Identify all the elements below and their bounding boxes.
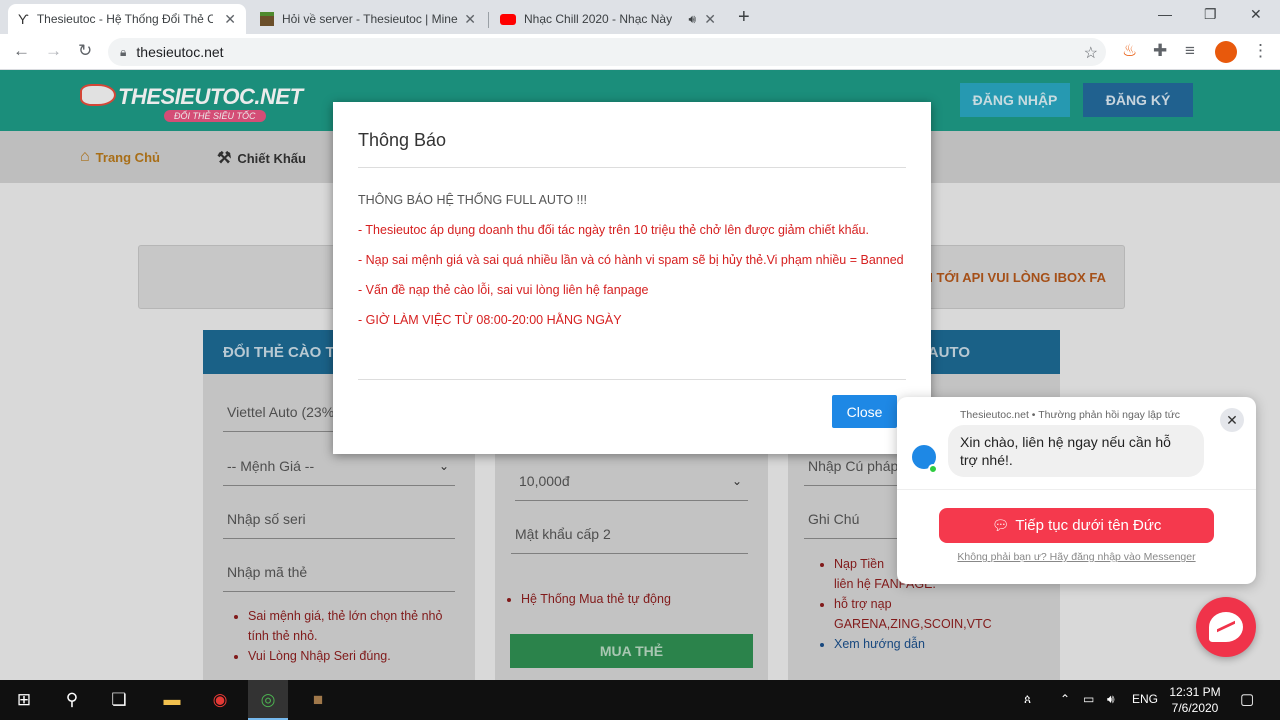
windows-start-icon[interactable]: ⊞ — [12, 688, 36, 712]
tab-close-icon[interactable]: ✕ — [704, 11, 716, 28]
tab-youtube[interactable]: Nhạc Chill 2020 - Nhạc Này C 🔊︎ ✕ — [490, 4, 726, 34]
speaker-icon[interactable]: 🔊︎ — [688, 12, 696, 27]
extension-flame-icon[interactable]: ♨ — [1122, 41, 1137, 61]
volume-icon[interactable]: 🔊︎ — [1107, 692, 1115, 707]
modal-title: Thông Báo — [358, 130, 447, 150]
reload-icon[interactable]: ↻ — [78, 41, 92, 61]
network-icon[interactable]: ▭ — [1083, 692, 1094, 706]
system-clock[interactable]: 12:31 PM 7/6/2020 — [1160, 684, 1230, 716]
tab-favicon-icon: Ƴ — [18, 11, 29, 27]
address-url: thesieutoc.net — [136, 44, 224, 60]
search-icon[interactable]: ⚲ — [60, 688, 84, 712]
windows-taskbar: ⊞ ⚲ ❏ ▬ ◉ ◎ ■ ጰ ⌃ ▭ 🔊︎ ENG 12:31 PM 7/6/… — [0, 680, 1280, 720]
login-messenger-link[interactable]: Không phải bạn ư? Hãy đăng nhập vào Mess… — [897, 551, 1256, 563]
chrome-icon[interactable]: ◎ — [256, 688, 280, 712]
chat-message: Xin chào, liên hệ ngay nếu cần hỗ trợ nh… — [948, 425, 1204, 477]
media-queue-icon[interactable]: ≡ — [1185, 41, 1195, 61]
clock-time: 12:31 PM — [1169, 685, 1221, 699]
tab-close-icon[interactable]: ✕ — [464, 11, 476, 28]
browser-tab-strip: Ƴ Thesieutoc - Hệ Thống Đổi Thẻ C ✕ Hỏi … — [0, 0, 1280, 34]
tab-title: Hỏi về server - Thesieutoc | Mine — [282, 12, 458, 26]
chat-close-icon[interactable]: ✕ — [1220, 408, 1244, 432]
tab-title: Nhạc Chill 2020 - Nhạc Này C — [524, 12, 674, 26]
notifications-icon[interactable]: ▢ — [1240, 690, 1254, 708]
minecraft-icon[interactable]: ■ — [306, 688, 330, 712]
tab-thesieutoc[interactable]: Ƴ Thesieutoc - Hệ Thống Đổi Thẻ C ✕ — [8, 4, 246, 34]
task-view-icon[interactable]: ❏ — [107, 688, 131, 712]
modal-line: - Nạp sai mệnh giá và sai quá nhiều lần … — [358, 253, 904, 267]
window-close-icon[interactable]: ✕ — [1250, 6, 1262, 23]
browser-toolbar: ← → ↻ 🔒︎ thesieutoc.net ☆ ♨ ✚ ≡ ⋮ — [0, 34, 1280, 70]
language-indicator[interactable]: ENG — [1132, 692, 1158, 706]
modal-line: - Thesieutoc áp dụng doanh thu đối tác n… — [358, 223, 869, 237]
people-icon[interactable]: ጰ — [1024, 692, 1031, 707]
divider — [897, 489, 1256, 490]
divider — [358, 379, 906, 380]
messenger-fab-button[interactable] — [1196, 597, 1256, 657]
minecraft-favicon-icon — [260, 12, 274, 26]
modal-heading: THÔNG BÁO HỆ THỐNG FULL AUTO !!! — [358, 193, 587, 207]
new-tab-button[interactable]: + — [738, 6, 750, 29]
file-explorer-icon[interactable]: ▬ — [160, 688, 184, 712]
tab-minecraft-forum[interactable]: Hỏi về server - Thesieutoc | Mine ✕ — [250, 4, 486, 34]
lock-icon: 🔒︎ — [120, 44, 127, 59]
clock-date: 7/6/2020 — [1171, 701, 1219, 715]
minimize-icon[interactable]: — — [1158, 6, 1172, 22]
tab-separator — [488, 12, 489, 28]
forward-icon[interactable]: → — [45, 41, 62, 61]
profile-avatar[interactable] — [1215, 41, 1237, 63]
extensions-puzzle-icon[interactable]: ✚ — [1153, 41, 1167, 61]
tab-title: Thesieutoc - Hệ Thống Đổi Thẻ C — [36, 12, 213, 26]
youtube-favicon-icon — [500, 13, 516, 25]
messenger-chat-popup: Thesieutoc.net • Thường phản hồi ngay lậ… — [897, 397, 1256, 584]
maximize-icon[interactable]: ❐ — [1204, 6, 1217, 23]
address-bar[interactable]: 🔒︎ thesieutoc.net ☆ — [108, 38, 1106, 66]
continue-as-button[interactable]: 💬︎ Tiếp tục dưới tên Đức — [939, 508, 1214, 543]
menu-kebab-icon[interactable]: ⋮ — [1252, 41, 1269, 61]
close-button[interactable]: Close — [832, 395, 897, 428]
tab-close-icon[interactable]: ✕ — [224, 11, 236, 28]
online-status-icon — [928, 464, 938, 474]
chat-header: Thesieutoc.net • Thường phản hồi ngay lậ… — [960, 409, 1180, 421]
bookmark-star-icon[interactable]: ☆ — [1084, 43, 1098, 63]
back-icon[interactable]: ← — [13, 41, 30, 61]
chevron-up-icon[interactable]: ⌃ — [1060, 692, 1070, 706]
modal-line: - Vấn đề nạp thẻ cào lỗi, sai vui lòng l… — [358, 283, 649, 297]
garena-icon[interactable]: ◉ — [208, 688, 232, 712]
continue-as-label: Tiếp tục dưới tên Đức — [1015, 517, 1162, 534]
messenger-icon: 💬︎ — [991, 517, 1010, 533]
modal-body: THÔNG BÁO HỆ THỐNG FULL AUTO !!! - Thesi… — [358, 190, 906, 340]
messenger-icon — [1209, 612, 1243, 642]
modal-line: - GIỜ LÀM VIỆC TỪ 08:00-20:00 HẰNG NGÀY — [358, 313, 622, 327]
divider — [358, 167, 906, 168]
notice-modal: Thông Báo THÔNG BÁO HỆ THỐNG FULL AUTO !… — [333, 102, 931, 454]
